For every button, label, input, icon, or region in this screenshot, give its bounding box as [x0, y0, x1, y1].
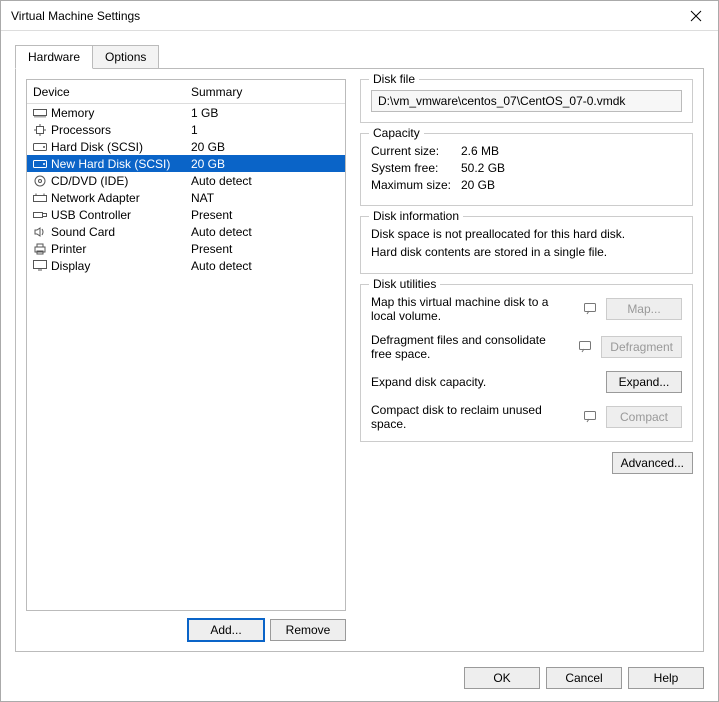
content: Device Summary Memory1 GBProcessors1Hard…	[15, 68, 704, 652]
device-name: Sound Card	[51, 225, 115, 239]
device-name: Network Adapter	[51, 191, 140, 205]
list-item[interactable]: Hard Disk (SCSI) 20 GB	[27, 138, 345, 155]
group-disk-utilities: Disk utilities Map this virtual machine …	[360, 284, 693, 442]
add-button[interactable]: Add...	[188, 619, 264, 641]
printer-icon	[33, 243, 47, 255]
list-item[interactable]: Processors 1	[27, 121, 345, 138]
map-button[interactable]: Map...	[606, 298, 682, 320]
list-item[interactable]: Printer Present	[27, 240, 345, 257]
list-item[interactable]: New Hard Disk (SCSI) 20 GB	[27, 155, 345, 172]
remove-button[interactable]: Remove	[270, 619, 346, 641]
device-name: Processors	[51, 123, 111, 137]
device-summary: 1 GB	[185, 106, 345, 120]
header-device[interactable]: Device	[27, 85, 185, 99]
compact-button[interactable]: Compact	[606, 406, 682, 428]
cd-icon	[33, 175, 47, 187]
group-title-disk-info: Disk information	[369, 209, 463, 223]
device-summary: NAT	[185, 191, 345, 205]
disk-info-line-2: Hard disk contents are stored in a singl…	[371, 245, 682, 259]
device-name: USB Controller	[51, 208, 131, 222]
dialog-footer: OK Cancel Help	[1, 661, 718, 701]
device-summary: Auto detect	[185, 174, 345, 188]
disk-icon	[33, 158, 47, 170]
group-title-capacity: Capacity	[369, 126, 424, 140]
group-disk-info: Disk information Disk space is not preal…	[360, 216, 693, 274]
list-item[interactable]: Sound Card Auto detect	[27, 223, 345, 240]
defragment-text: Defragment files and consolidate free sp…	[371, 333, 577, 361]
info-icon	[582, 410, 600, 424]
device-name: New Hard Disk (SCSI)	[51, 157, 170, 171]
cpu-icon	[33, 124, 47, 136]
device-summary: Present	[185, 208, 345, 222]
device-name: Hard Disk (SCSI)	[51, 140, 143, 154]
list-item[interactable]: Display Auto detect	[27, 257, 345, 274]
disk-info-line-1: Disk space is not preallocated for this …	[371, 227, 682, 241]
device-name: Memory	[51, 106, 94, 120]
list-item[interactable]: Network Adapter NAT	[27, 189, 345, 206]
tab-hardware[interactable]: Hardware	[15, 45, 93, 69]
defragment-button[interactable]: Defragment	[601, 336, 682, 358]
expand-text: Expand disk capacity.	[371, 375, 582, 389]
compact-text: Compact disk to reclaim unused space.	[371, 403, 582, 431]
sound-icon	[33, 226, 47, 238]
tab-options[interactable]: Options	[92, 45, 159, 69]
device-summary: Auto detect	[185, 225, 345, 239]
list-header: Device Summary	[27, 80, 345, 104]
help-button[interactable]: Help	[628, 667, 704, 689]
display-icon	[33, 260, 47, 272]
device-summary: 20 GB	[185, 157, 345, 171]
current-size-label: Current size:	[371, 144, 461, 158]
vm-settings-dialog: Virtual Machine Settings Hardware Option…	[0, 0, 719, 702]
ok-button[interactable]: OK	[464, 667, 540, 689]
list-buttons: Add... Remove	[26, 619, 346, 641]
advanced-button[interactable]: Advanced...	[612, 452, 693, 474]
group-title-disk-file: Disk file	[369, 72, 419, 86]
device-summary: 1	[185, 123, 345, 137]
expand-button[interactable]: Expand...	[606, 371, 682, 393]
device-summary: 20 GB	[185, 140, 345, 154]
tabs: Hardware Options	[1, 31, 718, 69]
device-list: Device Summary Memory1 GBProcessors1Hard…	[26, 79, 346, 611]
current-size-value: 2.6 MB	[461, 144, 499, 158]
left-pane: Device Summary Memory1 GBProcessors1Hard…	[26, 79, 346, 641]
list-item[interactable]: USB Controller Present	[27, 206, 345, 223]
list-item[interactable]: CD/DVD (IDE) Auto detect	[27, 172, 345, 189]
usb-icon	[33, 209, 47, 221]
header-summary[interactable]: Summary	[185, 85, 345, 99]
system-free-label: System free:	[371, 161, 461, 175]
right-pane: Disk file Capacity Current size:2.6 MB S…	[360, 79, 693, 641]
advanced-row: Advanced...	[360, 452, 693, 474]
titlebar: Virtual Machine Settings	[1, 1, 718, 31]
cancel-button[interactable]: Cancel	[546, 667, 622, 689]
dialog-title: Virtual Machine Settings	[11, 9, 676, 23]
memory-icon	[33, 107, 47, 119]
device-name: Printer	[51, 242, 86, 256]
max-size-label: Maximum size:	[371, 178, 461, 192]
device-name: Display	[51, 259, 90, 273]
list-item[interactable]: Memory 1 GB	[27, 104, 345, 121]
disk-icon	[33, 141, 47, 153]
group-capacity: Capacity Current size:2.6 MB System free…	[360, 133, 693, 206]
group-title-disk-utilities: Disk utilities	[369, 277, 440, 291]
device-rows: Memory 1 GB Processors 1 Hard Disk (SCSI) 20 …	[27, 104, 345, 274]
map-text: Map this virtual machine disk to a local…	[371, 295, 582, 323]
max-size-value: 20 GB	[461, 178, 495, 192]
net-icon	[33, 192, 47, 204]
device-name: CD/DVD (IDE)	[51, 174, 128, 188]
info-icon	[582, 302, 600, 316]
disk-file-field[interactable]	[371, 90, 682, 112]
device-summary: Present	[185, 242, 345, 256]
close-icon	[690, 10, 702, 22]
device-summary: Auto detect	[185, 259, 345, 273]
system-free-value: 50.2 GB	[461, 161, 505, 175]
info-icon	[577, 340, 595, 354]
close-button[interactable]	[676, 2, 716, 30]
group-disk-file: Disk file	[360, 79, 693, 123]
